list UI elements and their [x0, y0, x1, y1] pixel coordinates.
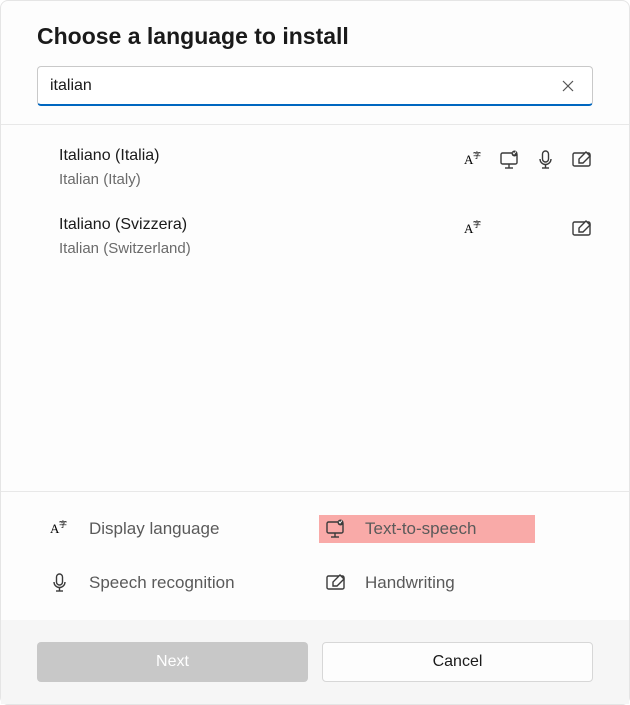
handwriting-icon: [325, 572, 347, 594]
language-text: Italiano (Italia) Italian (Italy): [59, 147, 160, 188]
legend-speech-recognition: Speech recognition: [49, 572, 305, 594]
language-native-name: Italiano (Svizzera): [59, 216, 191, 234]
search-container: [1, 66, 629, 124]
next-button[interactable]: Next: [37, 642, 308, 682]
language-item[interactable]: Italiano (Italia) Italian (Italy): [1, 133, 629, 202]
language-localized-name: Italian (Switzerland): [59, 240, 191, 257]
legend-label: Handwriting: [365, 573, 455, 593]
handwriting-icon: [571, 149, 593, 171]
handwriting-icon: [571, 218, 593, 240]
language-native-name: Italiano (Italia): [59, 147, 160, 165]
language-install-dialog: Choose a language to install Italiano (I…: [0, 0, 630, 705]
cancel-button[interactable]: Cancel: [322, 642, 593, 682]
display-language-icon: [49, 518, 71, 540]
search-input[interactable]: [48, 76, 554, 96]
legend-handwriting: Handwriting: [325, 572, 581, 594]
dialog-header: Choose a language to install: [1, 1, 629, 66]
language-feature-icons: [463, 216, 593, 240]
display-language-icon: [463, 149, 485, 171]
language-results: Italiano (Italia) Italian (Italy) Italia…: [1, 125, 629, 491]
close-icon: [560, 78, 576, 94]
speech-recognition-icon: [535, 149, 557, 171]
text-to-speech-icon: [325, 518, 347, 540]
clear-search-button[interactable]: [554, 72, 582, 100]
legend-label: Text-to-speech: [365, 519, 477, 539]
search-box[interactable]: [37, 66, 593, 106]
legend-label: Speech recognition: [89, 573, 235, 593]
language-item[interactable]: Italiano (Svizzera) Italian (Switzerland…: [1, 202, 629, 271]
speech-recognition-icon: [49, 572, 71, 594]
dialog-footer: Next Cancel: [1, 620, 629, 704]
text-to-speech-icon: [499, 149, 521, 171]
legend-display-language: Display language: [49, 518, 305, 540]
legend-text-to-speech: Text-to-speech: [325, 518, 581, 540]
feature-legend: Display language Text-to-speech Speech r…: [1, 491, 629, 620]
language-feature-icons: [463, 147, 593, 171]
language-localized-name: Italian (Italy): [59, 171, 160, 188]
language-text: Italiano (Svizzera) Italian (Switzerland…: [59, 216, 191, 257]
legend-label: Display language: [89, 519, 219, 539]
display-language-icon: [463, 218, 485, 240]
dialog-title: Choose a language to install: [37, 23, 593, 50]
